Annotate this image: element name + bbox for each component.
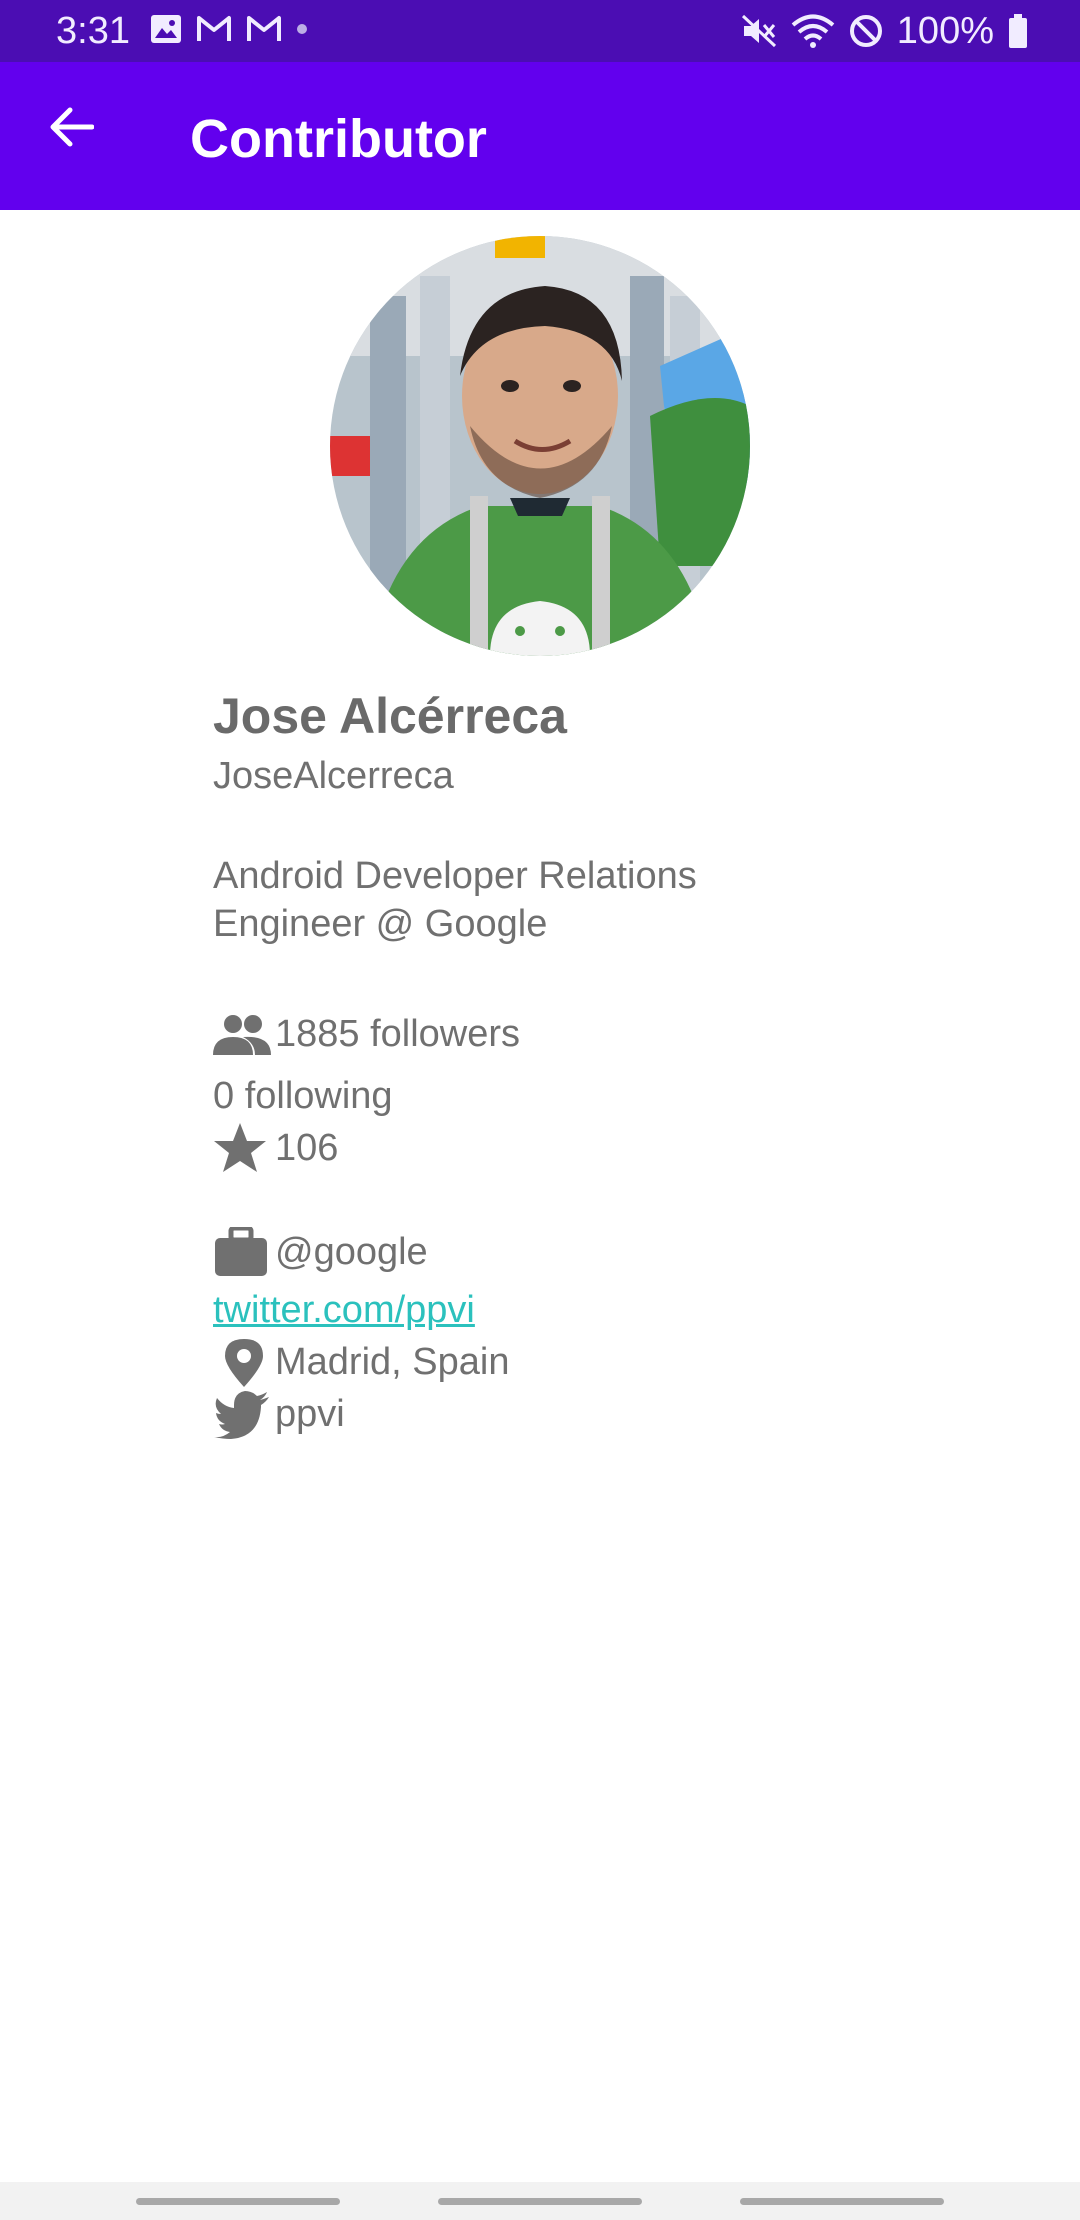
star-icon — [213, 1122, 275, 1174]
status-time: 3:31 — [56, 10, 130, 52]
image-icon — [151, 15, 181, 43]
blog-link[interactable]: twitter.com/ppvi — [213, 1284, 993, 1336]
contributor-name: Jose Alcérreca — [213, 688, 567, 744]
briefcase-icon — [213, 1226, 275, 1278]
people-icon — [213, 1008, 275, 1060]
nav-recents-button[interactable] — [136, 2198, 340, 2205]
stars-row: 106 — [213, 1122, 993, 1174]
gmail-icon — [247, 16, 281, 41]
contributor-bio: Android Developer Relations Engineer @ G… — [213, 852, 773, 948]
bio-line: Engineer @ Google — [213, 903, 548, 945]
bio-line: Android Developer Relations — [213, 855, 697, 897]
do-not-disturb-icon — [849, 15, 882, 47]
mute-icon — [741, 14, 776, 48]
status-bar: 3:31 100% — [0, 0, 1080, 62]
twitter-handle: ppvi — [275, 1393, 345, 1435]
company-row: @google — [213, 1226, 993, 1278]
location-row: Madrid, Spain — [213, 1336, 993, 1388]
following-count: 0 following — [213, 1075, 393, 1117]
system-icons: 100% — [741, 10, 1028, 52]
contributor-login: JoseAlcerreca — [213, 755, 454, 797]
battery-percent: 100% — [896, 10, 994, 52]
followers-row: 1885 followers — [213, 1008, 993, 1060]
followers-count: 1885 followers — [275, 1013, 521, 1055]
nav-home-button[interactable] — [438, 2198, 642, 2205]
location-text: Madrid, Spain — [275, 1341, 510, 1383]
arrow-back-icon — [50, 107, 94, 147]
stars-count: 106 — [275, 1127, 339, 1169]
back-button[interactable] — [36, 92, 106, 162]
avatar-photo — [330, 236, 750, 656]
battery-icon — [1009, 14, 1027, 48]
navigation-bar — [0, 2182, 1080, 2220]
page-title: Contributor — [190, 109, 487, 169]
nav-back-button[interactable] — [740, 2198, 944, 2205]
twitter-icon — [213, 1388, 275, 1440]
twitter-row: ppvi — [213, 1388, 993, 1440]
dot-icon — [297, 24, 307, 34]
app-bar: Contributor — [0, 62, 1080, 210]
wifi-icon — [791, 14, 835, 48]
gmail-icon — [197, 16, 231, 41]
notification-icons — [150, 14, 308, 44]
company-name: @google — [275, 1231, 428, 1273]
location-pin-icon — [213, 1336, 275, 1388]
following-row: 0 following — [213, 1070, 993, 1122]
contributor-details: Jose Alcérreca JoseAlcerreca Android Dev… — [213, 682, 993, 1440]
avatar — [330, 236, 750, 656]
